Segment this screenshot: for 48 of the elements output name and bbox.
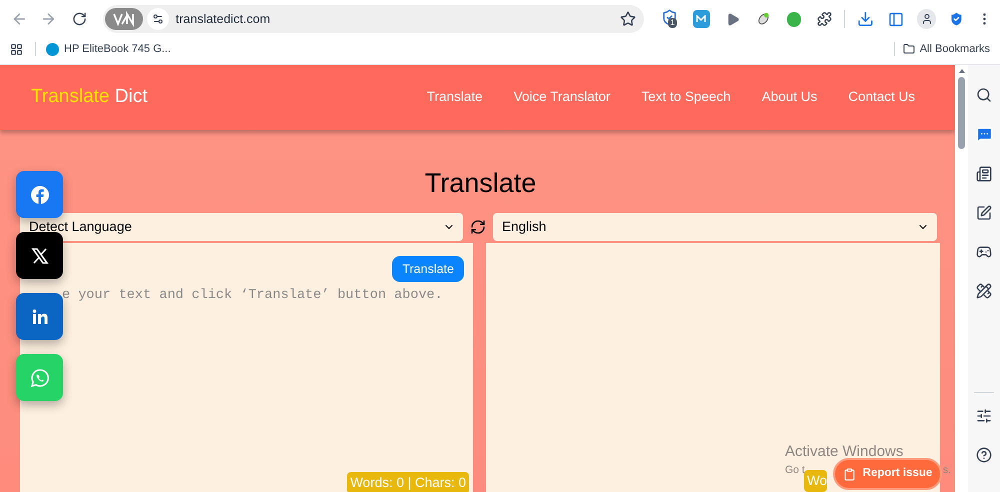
extensions-icon[interactable] [816,11,832,27]
folder-icon [902,43,915,55]
gamepad-icon[interactable] [976,244,992,260]
activation-title: Activate Windows [785,444,904,459]
source-language-select[interactable]: Detect Language [20,213,463,241]
site-logo[interactable]: Translate Dict [31,83,148,112]
clipboard-icon [842,468,856,480]
report-issue-button[interactable]: Report issue [833,458,942,490]
shield-icon[interactable] [661,9,678,26]
bookmark-star-icon[interactable] [620,11,636,27]
nav-link[interactable]: Voice Translator [514,87,610,108]
scrollbar-thumb[interactable] [958,77,965,149]
word-counter: Words: 0 | Chars: 0 [347,472,469,492]
chat-icon[interactable] [976,126,992,143]
apps-icon[interactable] [10,42,23,56]
side-panel-icon[interactable] [888,10,904,28]
target-language-select[interactable]: English [493,213,937,241]
nav-link[interactable]: About Us [762,87,818,108]
nav-link[interactable]: Contact Us [848,87,915,108]
word-counter: Wo [804,470,828,492]
news-icon[interactable] [976,166,992,182]
source-text-field[interactable]: e your text and click ‘Translate’ button above. [62,286,467,326]
download-icon[interactable] [856,10,874,28]
tools-icon[interactable] [976,283,992,299]
nav-link[interactable]: Translate [426,87,483,108]
url-text: translatedict.com [176,10,270,28]
site-info-icon[interactable] [146,8,169,30]
search-icon[interactable] [976,87,992,103]
profile-icon[interactable] [917,9,936,29]
facebook-icon[interactable] [16,171,63,218]
swap-icon[interactable] [470,219,486,235]
settings-icon[interactable] [976,408,992,424]
note-icon[interactable] [976,205,992,221]
help-icon[interactable] [976,447,992,463]
mouse-extension-icon[interactable] [756,11,771,27]
linkedin-icon[interactable] [16,293,63,340]
page-title: Translate [424,167,536,200]
nav-link[interactable]: Text to Speech [641,87,731,108]
translate-button[interactable]: Translate [392,256,464,282]
circle-extension-icon[interactable] [786,12,801,26]
reload-icon[interactable] [72,11,87,27]
video-extension-icon[interactable] [726,12,740,26]
extension-badge: 1 [668,18,677,28]
activation-text: s. [942,465,952,476]
activation-text: Go t [785,465,805,476]
bookmark-item[interactable]: HP EliteBook 745 G... [46,40,171,58]
all-bookmarks-button[interactable]: All Bookmarks [902,40,990,58]
x-logo-icon[interactable] [16,232,63,279]
